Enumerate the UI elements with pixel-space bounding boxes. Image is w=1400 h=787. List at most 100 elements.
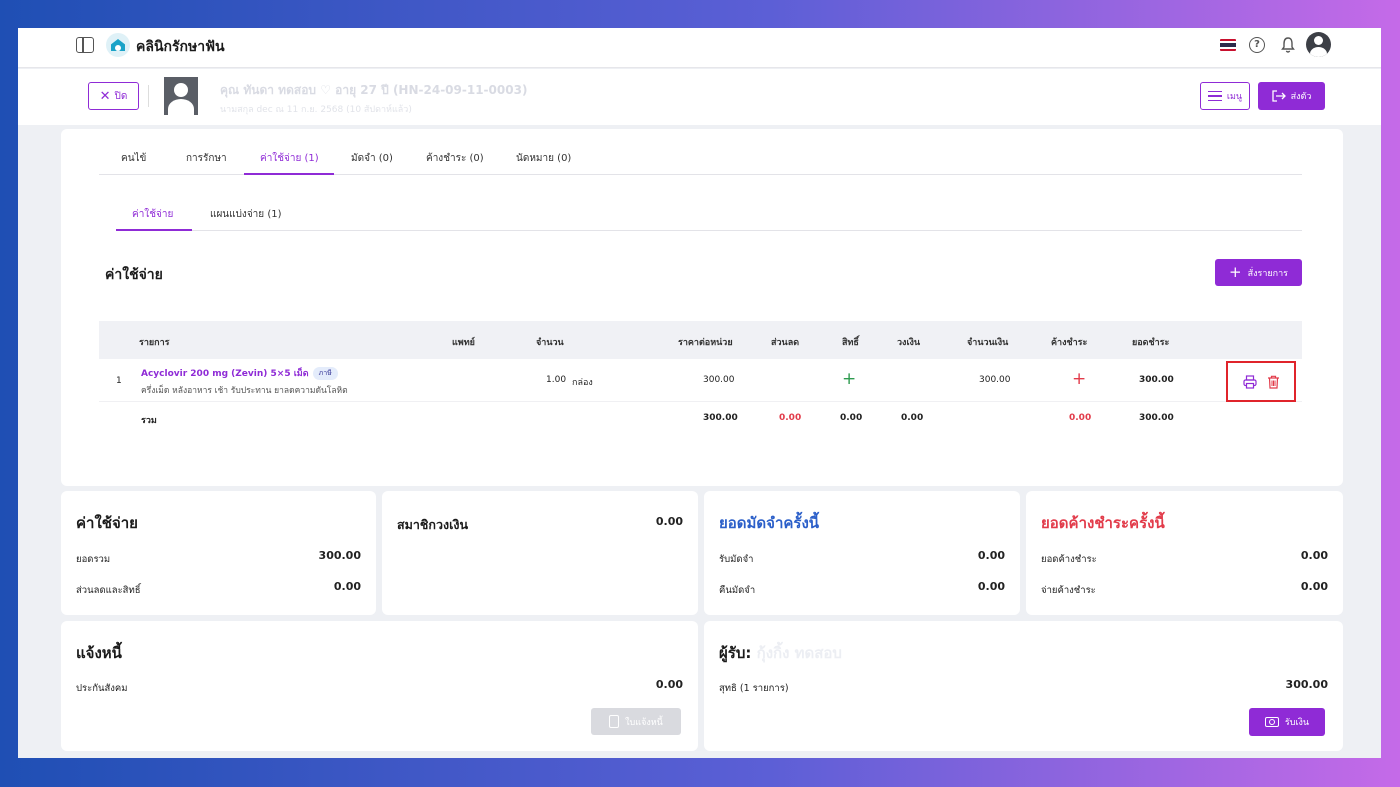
- menu-label: เมนู: [1226, 92, 1243, 102]
- row-number: 1: [116, 376, 122, 386]
- subtab-installment[interactable]: แผนแบ่งจ่าย (1): [210, 207, 282, 222]
- summary-unit-price: 300.00: [703, 413, 738, 423]
- add-item-label: สั่งรายการ: [1247, 268, 1288, 279]
- owed-label: ยอดค้างชำระ: [1041, 554, 1097, 565]
- help-icon[interactable]: ?: [1249, 37, 1265, 53]
- member-value: 0.00: [655, 515, 683, 528]
- thai-flag-icon[interactable]: [1220, 39, 1236, 51]
- summary-discount: 0.00: [779, 413, 802, 423]
- col-outstanding: ค้างชำระ: [1051, 338, 1088, 348]
- patient-subtitle: นามสกุล dec ณ 11 ก.ย. 2568 (10 สัปดาห์แล…: [220, 105, 412, 115]
- expense-panel: คนไข้ การรักษา ค่าใช้จ่าย (1) มัดจำ (0) …: [61, 129, 1343, 486]
- col-pay-total: ยอดชำระ: [1132, 338, 1170, 348]
- menu-button[interactable]: เมนู: [1200, 82, 1250, 110]
- item-pay-total: 300.00: [1139, 375, 1174, 385]
- item-unit: กล่อง: [572, 378, 593, 388]
- item-name[interactable]: Acyclovir 200 mg (Zevin) 5×5 เม็ด: [141, 369, 309, 379]
- insurer-label: ประกันสังคม: [76, 683, 128, 694]
- col-credit: วงเงิน: [897, 338, 921, 348]
- exit-icon: [1271, 90, 1286, 102]
- send-button[interactable]: ส่งตัว: [1258, 82, 1325, 110]
- active-tab-indicator: [244, 173, 334, 175]
- close-label: ปิด: [114, 90, 128, 102]
- add-item-button[interactable]: + สั่งรายการ: [1215, 259, 1302, 286]
- add-outstanding-icon[interactable]: +: [1072, 369, 1086, 389]
- receiver-card: ผู้รับ: กุ้งกิ้ง ทดสอบ สุทธิ (1 รายการ) …: [704, 621, 1343, 751]
- tab-appointment[interactable]: นัดหมาย (0): [516, 151, 571, 166]
- outstanding-card-title: ยอดค้างชำระครั้งนี้: [1041, 514, 1165, 532]
- tab-outstanding[interactable]: ค้างชำระ (0): [426, 151, 484, 166]
- col-doctor: แพทย์: [452, 338, 475, 348]
- patient-name: คุณ ทันดา ทดสอบ ♡ อายุ 27 ปี (HN-24-09-1…: [220, 83, 528, 97]
- insurer-value: 0.00: [655, 678, 683, 691]
- outstanding-card: ยอดค้างชำระครั้งนี้ ยอดค้างชำระ 0.00 จ่า…: [1026, 491, 1343, 615]
- plus-icon: +: [1229, 263, 1242, 281]
- receive-button-label: รับเงิน: [1284, 718, 1310, 728]
- owed-value: 0.00: [1300, 549, 1328, 562]
- tab-expense[interactable]: ค่าใช้จ่าย (1): [260, 151, 319, 166]
- summary-row: รวม 300.00 0.00 0.00 0.00 0.00 300.00: [99, 409, 1302, 431]
- table-row[interactable]: 1 Acyclovir 200 mg (Zevin) 5×5 เม็ด ภาษี …: [99, 360, 1302, 402]
- expense-card-title: ค่าใช้จ่าย: [76, 514, 138, 532]
- col-discount: ส่วนลด: [771, 338, 800, 348]
- tab-patient[interactable]: คนไข้: [121, 151, 146, 166]
- discount-label: ส่วนลดและสิทธิ์: [76, 585, 141, 596]
- main-tabs: คนไข้ การรักษา ค่าใช้จ่าย (1) มัดจำ (0) …: [99, 143, 1302, 175]
- receiver-name: กุ้งกิ้ง ทดสอบ: [756, 644, 842, 662]
- col-amount: จำนวนเงิน: [967, 338, 1009, 348]
- invoice-button[interactable]: ใบแจ้งหนี้: [591, 708, 681, 735]
- deposit-card-title: ยอดมัดจำครั้งนี้: [719, 514, 820, 532]
- table-header: รายการ แพทย์ จำนวน ราคาต่อหน่วย ส่วนลด ส…: [99, 321, 1302, 359]
- bell-icon[interactable]: [1280, 36, 1296, 54]
- subtab-expense[interactable]: ค่าใช้จ่าย: [132, 207, 173, 222]
- paid-outstanding-label: จ่ายค้างชำระ: [1041, 585, 1096, 596]
- deposit-refund-value: 0.00: [977, 580, 1005, 593]
- invoice-card: แจ้งหนี้ ประกันสังคม 0.00 ใบแจ้งหนี้: [61, 621, 698, 751]
- net-label: สุทธิ (1 รายการ): [719, 683, 789, 694]
- item-qty: 1.00: [546, 375, 567, 385]
- sub-tabs: ค่าใช้จ่าย แผนแบ่งจ่าย (1): [116, 199, 1302, 231]
- col-item: รายการ: [139, 338, 170, 348]
- cash-icon: [1264, 717, 1279, 727]
- deposit-receive-value: 0.00: [977, 549, 1005, 562]
- item-unit-price: 300.00: [703, 375, 735, 385]
- summary-credit: 0.00: [901, 413, 924, 423]
- row-actions: [1226, 361, 1296, 402]
- discount-value: 0.00: [333, 580, 361, 593]
- expense-summary-card: ค่าใช้จ่าย ยอดรวม 300.00 ส่วนลดและสิทธิ์…: [61, 491, 376, 615]
- member-card-title: สมาชิกวงเงิน: [397, 517, 468, 532]
- summary-rights: 0.00: [840, 413, 863, 423]
- summary-pay-total: 300.00: [1139, 413, 1174, 423]
- member-credit-card: สมาชิกวงเงิน 0.00: [382, 491, 698, 615]
- print-icon[interactable]: [1242, 374, 1257, 389]
- deposit-refund-label: คืนมัดจำ: [719, 585, 756, 596]
- close-button[interactable]: ✕ ปิด: [88, 82, 139, 110]
- app-window: คลินิกรักษาฟัน ? ✕ ปิด คุณ ทันดา ทดสอบ ♡…: [18, 28, 1381, 758]
- tab-deposit[interactable]: มัดจำ (0): [351, 151, 393, 166]
- col-rights: สิทธิ์: [842, 338, 859, 348]
- sidebar-toggle-icon[interactable]: [76, 37, 94, 53]
- col-unit-price: ราคาต่อหน่วย: [678, 338, 733, 348]
- top-bar: คลินิกรักษาฟัน ?: [18, 28, 1381, 68]
- trash-icon[interactable]: [1267, 375, 1280, 389]
- avatar[interactable]: [1306, 32, 1331, 57]
- document-icon: [609, 715, 620, 728]
- tab-treatment[interactable]: การรักษา: [186, 151, 227, 166]
- patient-header: ✕ ปิด คุณ ทันดา ทดสอบ ♡ อายุ 27 ปี (HN-2…: [18, 69, 1381, 125]
- tax-badge: ภาษี: [312, 367, 338, 380]
- receive-payment-button[interactable]: รับเงิน: [1249, 708, 1325, 736]
- divider: [148, 85, 149, 107]
- summary-outstanding: 0.00: [1069, 413, 1092, 423]
- paid-outstanding-value: 0.00: [1300, 580, 1328, 593]
- add-rights-icon[interactable]: +: [842, 369, 856, 389]
- patient-photo: [164, 77, 198, 115]
- invoice-button-label: ใบแจ้งหนี้: [625, 717, 663, 728]
- item-description: ครึ่งเม็ด หลังอาหาร เช้า รับประทาน ยาลดค…: [141, 386, 348, 396]
- total-value: 300.00: [318, 549, 361, 562]
- hamburger-icon: [1207, 91, 1222, 101]
- item-cell: Acyclovir 200 mg (Zevin) 5×5 เม็ด ภาษี: [141, 366, 338, 380]
- deposit-receive-label: รับมัดจำ: [719, 554, 754, 565]
- receiver-title: ผู้รับ:: [719, 644, 752, 662]
- send-label: ส่งตัว: [1290, 92, 1312, 102]
- section-title: ค่าใช้จ่าย: [105, 267, 163, 283]
